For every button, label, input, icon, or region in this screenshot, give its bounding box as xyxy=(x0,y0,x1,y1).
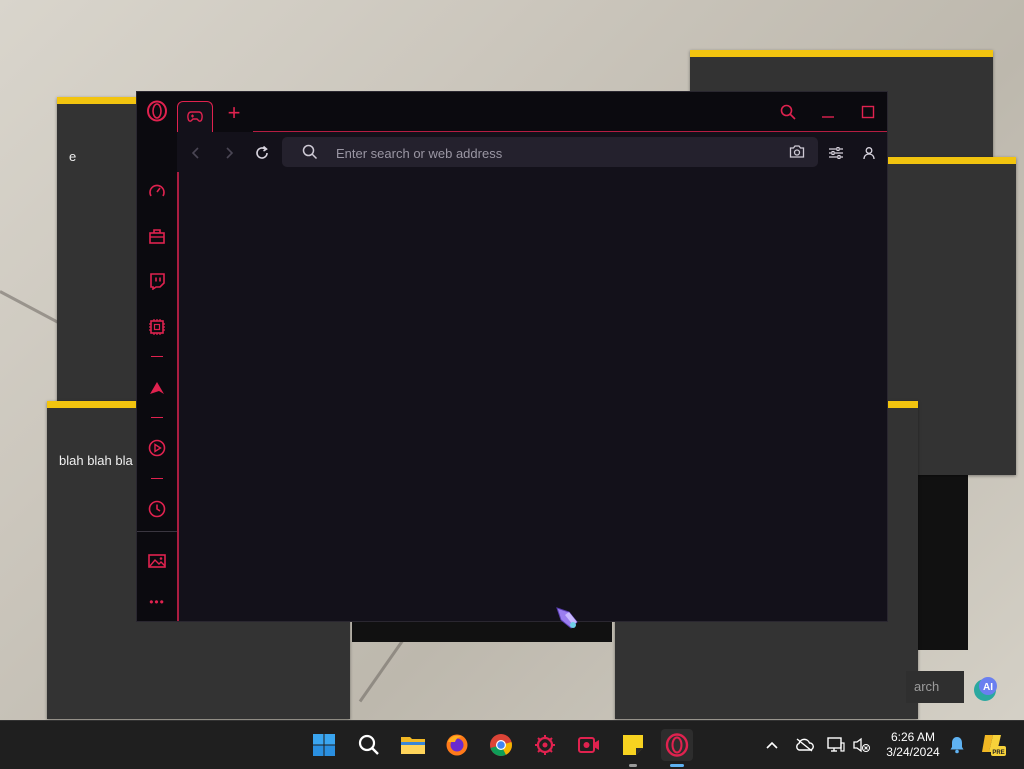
sidebar-separator xyxy=(151,417,163,418)
bell-icon xyxy=(950,737,964,754)
copilot-icon: PRE xyxy=(982,735,1006,756)
cloud-offline-icon xyxy=(796,738,814,752)
notifications-button[interactable] xyxy=(945,733,969,757)
copilot-button[interactable]: PRE xyxy=(978,733,1008,757)
screen-recorder-button[interactable] xyxy=(573,729,605,761)
network-icon xyxy=(827,737,845,752)
address-input[interactable] xyxy=(334,137,758,169)
taskbar-clock[interactable]: 6:26 AM 3/24/2024 xyxy=(878,730,948,760)
back-button[interactable] xyxy=(183,140,209,166)
gamepad-icon xyxy=(187,111,203,122)
sidebar-divider xyxy=(137,531,177,532)
new-tab-button[interactable]: + xyxy=(221,100,247,126)
sticky-notes-button[interactable] xyxy=(617,729,649,767)
speed-dial-icon[interactable] xyxy=(145,179,169,203)
browser-tab[interactable] xyxy=(177,101,213,132)
user-icon xyxy=(863,147,875,160)
twitch-icon[interactable] xyxy=(145,269,169,293)
chevron-left-icon xyxy=(191,147,199,159)
sidebar-separator xyxy=(151,356,163,357)
tab-search-button[interactable] xyxy=(768,92,808,132)
screen-recorder-icon xyxy=(578,737,599,753)
player-icon[interactable] xyxy=(145,436,169,460)
sticky-note-text: blah blah bla xyxy=(59,453,133,468)
chrome-icon xyxy=(490,734,512,756)
gx-control-button[interactable] xyxy=(529,729,561,761)
camera-icon[interactable] xyxy=(789,144,805,159)
gx-control-icon xyxy=(535,735,555,755)
taskbar: 6:26 AM 3/24/2024 PRE xyxy=(0,720,1024,769)
browser-toolbar xyxy=(177,132,887,172)
maximize-button[interactable] xyxy=(848,92,887,132)
browser-titlebar: + xyxy=(177,92,887,132)
more-icon[interactable]: ••• xyxy=(145,590,169,614)
volume-muted-icon xyxy=(853,737,870,753)
network-tray-button[interactable] xyxy=(824,733,848,757)
browser-sidebar: ••• xyxy=(137,92,177,621)
volume-tray-button[interactable] xyxy=(850,733,874,757)
sliders-icon xyxy=(829,147,843,159)
firefox-button[interactable] xyxy=(441,729,473,761)
search-icon xyxy=(302,144,318,160)
mouse-cursor-icon xyxy=(555,606,581,637)
aria-icon[interactable] xyxy=(145,376,169,400)
bag-icon[interactable] xyxy=(145,224,169,248)
address-bar[interactable] xyxy=(282,137,818,169)
folder-icon xyxy=(401,737,425,754)
chevron-up-icon xyxy=(766,741,778,749)
reload-icon xyxy=(256,145,268,159)
windows-icon xyxy=(313,734,335,756)
opera-logo-icon[interactable] xyxy=(145,99,169,123)
desktop-search-box[interactable]: arch xyxy=(906,671,964,703)
minimize-icon xyxy=(822,116,834,118)
copilot-badge-label: PRE xyxy=(992,750,1004,756)
running-indicator xyxy=(629,764,637,767)
tab-accent-line xyxy=(177,130,179,621)
opera-gx-icon xyxy=(665,733,689,757)
opera-gx-button[interactable] xyxy=(661,729,693,767)
maximize-icon xyxy=(861,105,875,119)
firefox-icon xyxy=(446,734,468,756)
clock-date: 3/24/2024 xyxy=(886,745,940,759)
forward-button[interactable] xyxy=(216,140,242,166)
gallery-icon[interactable] xyxy=(145,549,169,573)
start-button[interactable] xyxy=(308,729,340,761)
chrome-button[interactable] xyxy=(485,729,517,761)
sticky-notes-icon xyxy=(623,735,643,755)
reload-button[interactable] xyxy=(249,140,275,166)
sidebar-separator xyxy=(151,478,163,479)
browser-window[interactable]: ••• + xyxy=(136,91,888,622)
search-icon xyxy=(358,734,379,755)
history-icon[interactable] xyxy=(145,497,169,521)
show-hidden-icons-button[interactable] xyxy=(760,733,784,757)
chevron-right-icon xyxy=(226,147,234,159)
sticky-note-text: e xyxy=(69,149,77,164)
minimize-button[interactable] xyxy=(808,92,848,132)
search-icon xyxy=(780,104,796,120)
ai-badge-icon[interactable]: AI xyxy=(972,673,1006,703)
file-explorer-button[interactable] xyxy=(397,729,429,761)
profile-button[interactable] xyxy=(856,140,882,166)
easy-setup-button[interactable] xyxy=(823,140,849,166)
cpu-icon[interactable] xyxy=(145,315,169,339)
active-indicator xyxy=(670,764,684,767)
onedrive-tray-button[interactable] xyxy=(792,733,816,757)
clock-time: 6:26 AM xyxy=(890,730,936,744)
ai-badge-label: AI xyxy=(983,682,993,693)
taskbar-search-button[interactable] xyxy=(353,729,385,761)
